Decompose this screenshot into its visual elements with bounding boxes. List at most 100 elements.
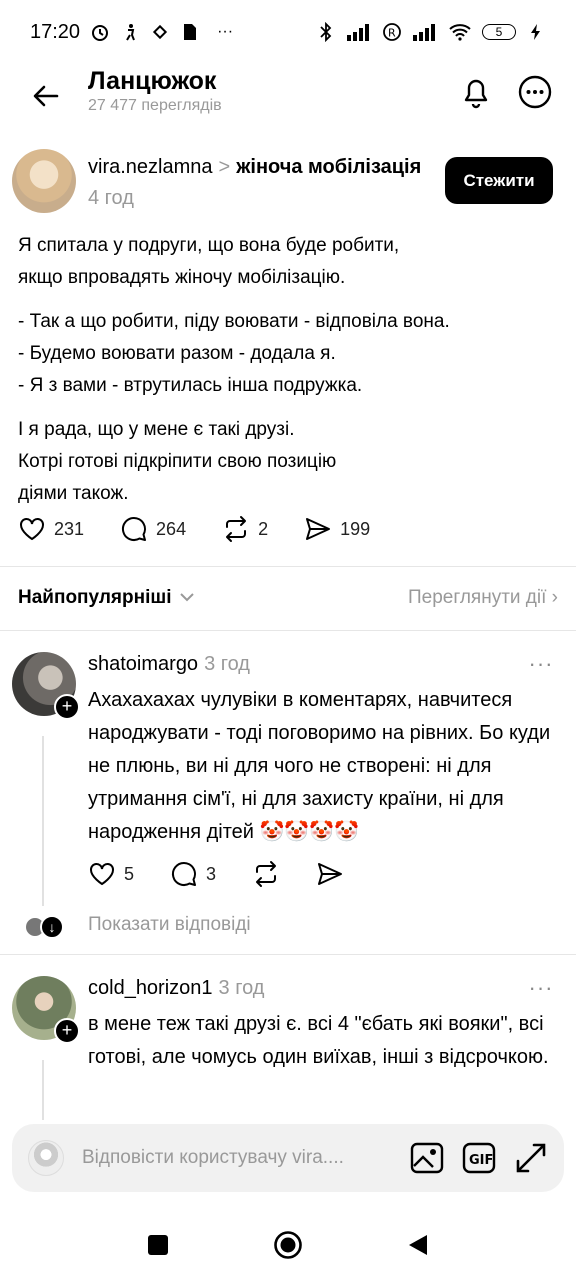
post-actions: 231 264 2 199 bbox=[18, 515, 406, 543]
alarm-icon bbox=[90, 22, 110, 42]
more-circle-icon bbox=[518, 75, 552, 109]
more-options-button[interactable] bbox=[515, 72, 555, 112]
bluetooth-icon bbox=[316, 22, 336, 42]
repost-icon bbox=[226, 516, 247, 542]
recents-button[interactable] bbox=[138, 1225, 178, 1265]
like-button[interactable]: 5 bbox=[88, 860, 134, 888]
arrow-left-icon bbox=[33, 85, 59, 107]
reply-count: 3 bbox=[206, 863, 217, 884]
sim-icon bbox=[180, 22, 200, 42]
post-author-line: vira.nezlamna > жіноча мобілізація 4 год bbox=[88, 152, 428, 214]
send-icon bbox=[318, 863, 343, 885]
status-bar: 17:20 ··· R 5 bbox=[0, 0, 576, 64]
follow-plus-icon[interactable]: + bbox=[54, 1018, 80, 1044]
follow-plus-icon[interactable]: + bbox=[54, 694, 80, 720]
bell-icon bbox=[464, 79, 488, 109]
post-author-avatar[interactable] bbox=[12, 149, 76, 213]
divider bbox=[0, 566, 576, 567]
like-button[interactable]: 231 bbox=[18, 515, 84, 543]
status-time: 17:20 bbox=[30, 20, 81, 43]
expand-button[interactable] bbox=[514, 1141, 548, 1175]
sort-dropdown[interactable]: Найпопулярніші bbox=[18, 587, 171, 609]
more-dots-icon: ··· bbox=[217, 23, 234, 40]
comment-time: 3 год bbox=[218, 977, 265, 999]
divider bbox=[0, 954, 576, 955]
expand-icon bbox=[516, 1143, 546, 1173]
comment-text: Ахахахахах чулувіки в коментарях, навчит… bbox=[88, 689, 551, 843]
post-topic[interactable]: жіноча мобілізація bbox=[236, 156, 421, 178]
back-button[interactable] bbox=[26, 76, 66, 116]
comment-username[interactable]: cold_horizon1 bbox=[88, 977, 213, 999]
repost-icon bbox=[256, 861, 277, 887]
notifications-button[interactable] bbox=[456, 72, 496, 112]
view-actions-label: Переглянути дії bbox=[407, 587, 547, 608]
comment-more-icon[interactable]: ··· bbox=[527, 975, 555, 1000]
chevron-right-icon: > bbox=[218, 156, 231, 178]
comment-icon bbox=[122, 516, 147, 541]
triangle-back-icon bbox=[409, 1235, 427, 1255]
svg-text:GIF: GIF bbox=[469, 1153, 493, 1168]
signal-icon bbox=[346, 22, 372, 42]
comment-icon bbox=[172, 861, 197, 886]
view-actions-link[interactable]: Переглянути дії › bbox=[408, 587, 558, 609]
home-button[interactable] bbox=[268, 1225, 308, 1265]
comment-count: 264 bbox=[156, 518, 187, 539]
repost-count: 2 bbox=[258, 518, 269, 539]
comment-time: 3 год bbox=[204, 653, 250, 675]
heart-icon bbox=[20, 518, 44, 541]
home-circle-icon bbox=[274, 1231, 302, 1259]
post-body: Я спитала у подруги, що вона буде робити… bbox=[18, 230, 558, 522]
divider bbox=[0, 630, 576, 631]
comment-button[interactable]: 264 bbox=[120, 515, 186, 543]
comment-text: в мене теж такі друзі є. всі 4 "єбать як… bbox=[88, 1013, 549, 1068]
thread-line bbox=[42, 1060, 44, 1120]
comment-more-icon[interactable]: ··· bbox=[527, 651, 555, 676]
view-count: 27 477 переглядів bbox=[88, 97, 222, 114]
comment-header: shatoimargo 3 год bbox=[88, 653, 250, 676]
show-replies-link[interactable]: Показати відповіді bbox=[88, 914, 251, 936]
charging-icon bbox=[526, 22, 546, 42]
reply-bar[interactable]: Відповісти користувачу vira.... GIF bbox=[12, 1124, 564, 1192]
post-time: 4 год bbox=[88, 187, 134, 209]
wifi-icon bbox=[448, 22, 472, 42]
post-username[interactable]: vira.nezlamna bbox=[88, 156, 213, 178]
gif-button[interactable]: GIF bbox=[462, 1141, 496, 1175]
like-count: 5 bbox=[124, 863, 135, 884]
post-paragraph: Я спитала у подруги, що вона буде робити… bbox=[18, 235, 400, 288]
binance-icon bbox=[150, 22, 170, 42]
share-button[interactable] bbox=[316, 860, 344, 888]
sort-row: Найпопулярніші Переглянути дії › bbox=[18, 580, 558, 616]
page-title: Ланцюжок bbox=[88, 67, 217, 95]
heart-icon bbox=[90, 863, 114, 886]
post-paragraph: І я рада, що у мене є такі друзі. Котрі … bbox=[18, 419, 337, 504]
send-icon bbox=[306, 518, 331, 540]
thread-line bbox=[42, 736, 44, 906]
comment-username[interactable]: shatoimargo bbox=[88, 653, 198, 675]
repost-button[interactable]: 2 bbox=[222, 515, 268, 543]
chevron-down-icon[interactable] bbox=[179, 589, 195, 607]
signal-icon bbox=[412, 22, 438, 42]
battery-indicator: 5 bbox=[482, 24, 516, 40]
comment-header: cold_horizon1 3 год bbox=[88, 977, 264, 1000]
svg-text:R: R bbox=[388, 27, 396, 40]
square-icon bbox=[148, 1235, 168, 1255]
back-nav-button[interactable] bbox=[398, 1225, 438, 1265]
follow-button[interactable]: Стежити bbox=[445, 157, 553, 204]
reply-input[interactable]: Відповісти користувачу vira.... bbox=[82, 1147, 388, 1169]
replies-avatars[interactable]: ↓ bbox=[24, 912, 64, 942]
roaming-icon: R bbox=[382, 22, 402, 42]
comment-actions: 5 3 bbox=[88, 860, 380, 888]
thread-header: Ланцюжок 27 477 переглядів bbox=[0, 64, 576, 130]
comment-button[interactable]: 3 bbox=[170, 860, 216, 888]
gif-icon: GIF bbox=[462, 1142, 496, 1174]
system-nav-bar bbox=[0, 1210, 576, 1280]
share-button[interactable]: 199 bbox=[304, 515, 370, 543]
arrow-down-icon: ↓ bbox=[40, 915, 64, 939]
image-button[interactable] bbox=[410, 1141, 444, 1175]
image-icon bbox=[410, 1142, 444, 1174]
figure-icon bbox=[120, 22, 140, 42]
my-avatar bbox=[28, 1140, 64, 1176]
repost-button[interactable] bbox=[252, 860, 280, 888]
share-count: 199 bbox=[340, 518, 371, 539]
post-paragraph: - Так а що робити, піду воювати - відпов… bbox=[18, 311, 450, 396]
